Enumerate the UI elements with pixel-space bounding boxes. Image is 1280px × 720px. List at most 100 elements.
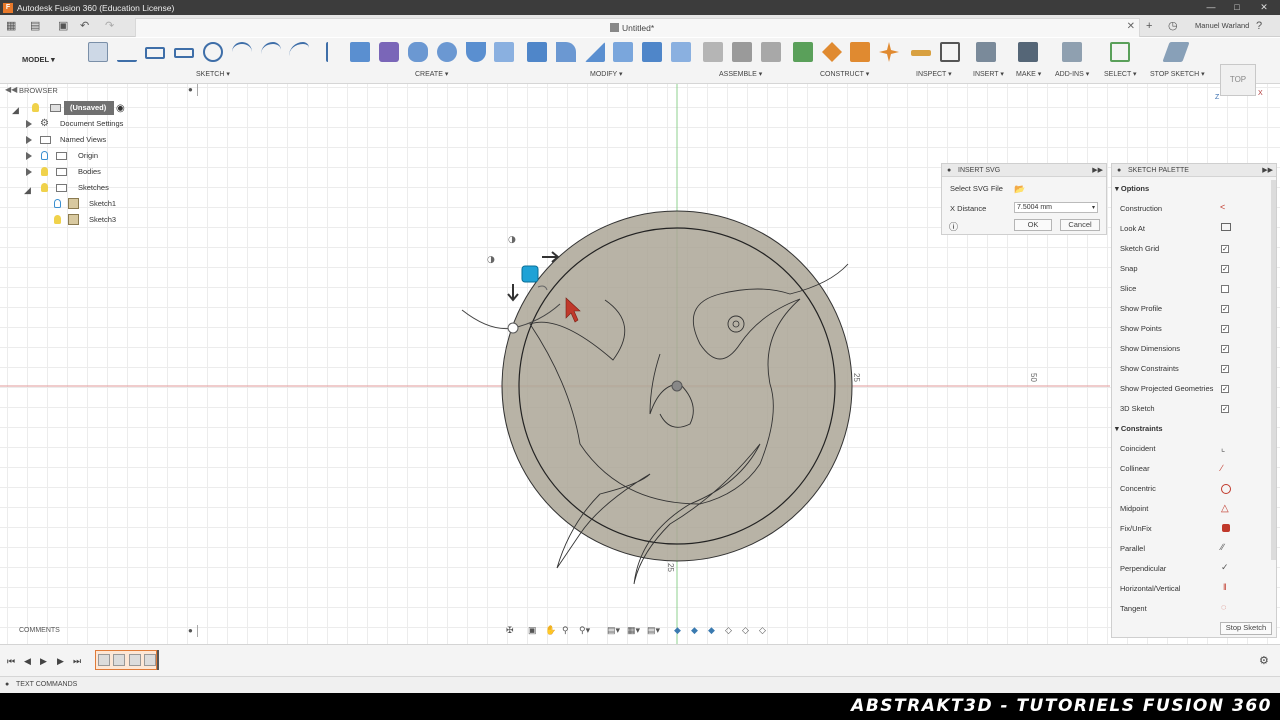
create-more-icon[interactable] <box>494 42 514 62</box>
job-status-icon[interactable]: ◷ <box>1168 19 1178 33</box>
option-show-points[interactable]: Show Points <box>1120 322 1162 336</box>
inspect-menu[interactable]: INSPECT ▾ <box>916 70 952 78</box>
measure-icon[interactable] <box>911 50 931 56</box>
options-section-toggle[interactable]: ▾ Options <box>1115 184 1149 193</box>
scripts-icon[interactable] <box>1062 42 1082 62</box>
make-3d-print-icon[interactable] <box>1018 42 1038 62</box>
interference-icon[interactable] <box>940 42 960 62</box>
expand-palette-icon[interactable]: ▶▶ <box>1262 164 1273 177</box>
tangent-icon[interactable]: ◌ <box>1221 602 1226 612</box>
redo-icon[interactable]: ↷ <box>105 19 114 33</box>
step-forward-icon[interactable]: ▶ <box>57 656 64 667</box>
palette-pin-icon[interactable]: ● <box>1117 164 1121 177</box>
timeline-feature-sketch[interactable] <box>144 654 156 666</box>
show-dimensions-checkbox[interactable]: ✓ <box>1221 345 1229 353</box>
arc-icon[interactable] <box>232 42 252 62</box>
comments-pin-icon[interactable]: ● <box>188 626 193 635</box>
combine-icon[interactable] <box>642 42 662 62</box>
text-commands-pin-icon[interactable]: ● <box>5 677 9 693</box>
constraint-collinear[interactable]: Collinear <box>1120 462 1150 476</box>
loft-icon[interactable] <box>466 42 486 62</box>
add-ins-menu[interactable]: ADD-INS ▾ <box>1055 70 1089 78</box>
sketch-menu[interactable]: SKETCH ▾ <box>196 70 230 78</box>
collapse-browser-icon[interactable]: ◀◀ <box>5 85 17 94</box>
extrude-icon[interactable] <box>350 42 370 62</box>
constraint-horizontal-vertical[interactable]: Horizontal/Vertical <box>1120 582 1180 596</box>
sketch-grid-checkbox[interactable]: ✓ <box>1221 245 1229 253</box>
step-back-icon[interactable]: ◀ <box>24 656 31 667</box>
option-look-at[interactable]: Look At <box>1120 222 1145 236</box>
option-3d-sketch[interactable]: 3D Sketch <box>1120 402 1155 416</box>
stop-sketch-button[interactable]: Stop Sketch <box>1220 622 1272 635</box>
select-sketch-icon[interactable]: ◇ <box>742 625 749 636</box>
data-panel-grid-icon[interactable]: ▦ <box>6 19 16 33</box>
expand-icon[interactable] <box>26 152 32 160</box>
constraint-midpoint[interactable]: Midpoint <box>1120 502 1148 516</box>
minimize-icon[interactable]: — <box>1198 0 1224 15</box>
lock-icon[interactable] <box>1222 524 1230 532</box>
concentric-icon[interactable] <box>1221 484 1231 494</box>
select-menu[interactable]: SELECT ▾ <box>1104 70 1137 78</box>
insert-image-icon[interactable] <box>976 42 996 62</box>
axis-icon[interactable] <box>822 42 842 62</box>
select-icon[interactable] <box>1110 42 1130 62</box>
new-tab-icon[interactable]: + <box>1146 19 1152 33</box>
zoom-window-icon[interactable]: ⚲▾ <box>579 625 590 636</box>
create-sketch-icon[interactable] <box>88 42 108 62</box>
spinner-icon[interactable]: ▾ <box>1092 203 1095 213</box>
midplane-icon[interactable] <box>850 42 870 62</box>
orbit-icon[interactable]: ✠ <box>506 625 514 636</box>
visibility-bulb-icon[interactable] <box>32 103 39 112</box>
circle-icon[interactable] <box>203 42 223 62</box>
trim-icon[interactable] <box>326 42 336 62</box>
3d-sketch-checkbox[interactable]: ✓ <box>1221 405 1229 413</box>
show-profile-checkbox[interactable]: ✓ <box>1221 305 1229 313</box>
expand-icon[interactable] <box>26 136 32 144</box>
grid-snaps-icon[interactable]: ▦▾ <box>627 625 640 636</box>
expand-dialog-icon[interactable]: ▶▶ <box>1092 164 1103 177</box>
scale-icon[interactable] <box>671 42 691 62</box>
option-sketch-grid[interactable]: Sketch Grid <box>1120 242 1159 256</box>
text-commands-bar[interactable]: ● TEXT COMMANDS <box>0 676 1280 693</box>
perpendicular-icon[interactable]: ✓ <box>1221 562 1229 573</box>
close-window-icon[interactable]: ✕ <box>1251 0 1277 15</box>
line-icon[interactable] <box>117 42 137 62</box>
document-tab[interactable]: Untitled* ✕ <box>135 18 1140 37</box>
expand-root-icon[interactable]: ◢ <box>12 103 19 117</box>
select-other-icon[interactable]: ◇ <box>759 625 766 636</box>
option-show-profile[interactable]: Show Profile <box>1120 302 1162 316</box>
assemble-menu[interactable]: ASSEMBLE ▾ <box>719 70 762 78</box>
spline-icon[interactable] <box>289 42 309 62</box>
collapse-icon[interactable]: ◢ <box>24 183 31 197</box>
palette-scrollbar[interactable] <box>1271 180 1276 560</box>
horizontal-vertical-icon[interactable]: ‖ <box>1223 582 1227 592</box>
visibility-bulb-icon[interactable] <box>41 167 48 176</box>
go-to-start-icon[interactable]: ⏮ <box>7 656 15 667</box>
timeline-feature-sketch[interactable] <box>129 654 141 666</box>
help-icon[interactable]: ? <box>1256 19 1262 33</box>
play-icon[interactable]: ▶ <box>40 656 47 667</box>
slot-icon[interactable] <box>174 48 194 58</box>
insert-menu[interactable]: INSERT ▾ <box>973 70 1004 78</box>
constraints-section-toggle[interactable]: ▾ Constraints <box>1115 424 1163 433</box>
modify-menu[interactable]: MODIFY ▾ <box>590 70 623 78</box>
revolve-icon[interactable] <box>408 42 428 62</box>
create-menu[interactable]: CREATE ▾ <box>415 70 448 78</box>
show-projected-geometries-checkbox[interactable]: ✓ <box>1221 385 1229 393</box>
coincident-icon[interactable]: ⌞ <box>1221 443 1225 454</box>
look-at-nav-icon[interactable]: ▣ <box>528 625 537 636</box>
expand-icon[interactable] <box>26 120 32 128</box>
option-show-dimensions[interactable]: Show Dimensions <box>1120 342 1180 356</box>
option-show-projected-geometries[interactable]: Show Projected Geometries <box>1120 382 1213 396</box>
stop-sketch-menu[interactable]: STOP SKETCH ▾ <box>1150 70 1205 78</box>
show-constraints-checkbox[interactable]: ✓ <box>1221 365 1229 373</box>
midpoint-icon[interactable]: △ <box>1221 503 1229 514</box>
file-menu-icon[interactable]: ▤ <box>30 19 40 33</box>
visibility-bulb-icon[interactable] <box>41 183 48 192</box>
collinear-icon[interactable]: ∕ <box>1221 463 1223 473</box>
select-edge-icon[interactable]: ◆ <box>708 625 715 636</box>
constraint-parallel[interactable]: Parallel <box>1120 542 1145 556</box>
undo-icon[interactable]: ↶ <box>80 19 89 33</box>
ok-button[interactable]: OK <box>1014 219 1052 231</box>
constraint-fix-unfix[interactable]: Fix/UnFix <box>1120 522 1152 536</box>
